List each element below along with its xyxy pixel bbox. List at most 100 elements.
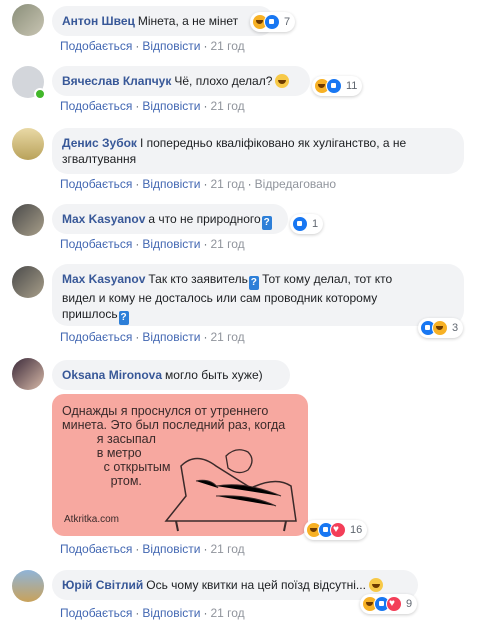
separator: ·: [203, 237, 208, 251]
online-indicator: [34, 88, 46, 100]
comment-text: а что не природного: [148, 212, 261, 226]
comment-bubble: Max Kasyanov Так кто заявитель? Тот кому …: [52, 264, 464, 326]
reply-link[interactable]: Відповісти: [142, 39, 200, 53]
question-emoji-icon: ?: [261, 216, 272, 230]
comment-actions: Подобається · Відповісти · 21 год: [60, 542, 245, 556]
comment-text: Так кто заявитель: [148, 272, 248, 286]
separator: ·: [135, 330, 140, 344]
timestamp[interactable]: 21 год: [210, 237, 244, 251]
reaction-count: 7: [284, 16, 291, 28]
reaction-count: 16: [350, 524, 363, 536]
timestamp[interactable]: 21 год: [210, 330, 244, 344]
reactions-summary[interactable]: 9: [360, 594, 418, 614]
attached-image[interactable]: Однажды я проснулся от утреннего минета.…: [52, 394, 308, 536]
comment-text: могло быть хуже): [165, 368, 263, 382]
reactions-summary[interactable]: 11: [312, 76, 363, 96]
comment-text-b: Тот кому делал, тот кто: [258, 272, 393, 286]
reply-link[interactable]: Відповісти: [142, 542, 200, 556]
comment-text-continued: видел и кому не досталось или сам провод…: [62, 291, 378, 305]
separator: ·: [203, 39, 208, 53]
separator: ·: [135, 39, 140, 53]
reply-link[interactable]: Відповісти: [142, 177, 200, 191]
comment-text-continued-2: пришлось: [62, 307, 118, 321]
like-link[interactable]: Подобається: [60, 237, 132, 251]
comment-author[interactable]: Oksana Mironova: [62, 368, 162, 382]
avatar[interactable]: [12, 358, 44, 390]
edited-label[interactable]: Відредаговано: [255, 177, 336, 191]
comment-text-continued: згвалтування: [62, 152, 137, 166]
comment-actions: Подобається · Відповісти · 21 год · Відредагов…: [60, 177, 336, 191]
reaction-count: 9: [406, 598, 413, 610]
reactions-summary[interactable]: 16: [304, 520, 368, 540]
comment-bubble: Max Kasyanov а что не природного?: [52, 204, 288, 234]
question-emoji-icon: ?: [248, 276, 259, 290]
reactions-summary[interactable]: 3: [418, 318, 464, 338]
like-icon: [326, 78, 342, 94]
avatar[interactable]: [12, 4, 44, 36]
laughing-emoji-icon: [275, 74, 290, 88]
like-link[interactable]: Подобається: [60, 330, 132, 344]
separator: ·: [203, 330, 208, 344]
timestamp[interactable]: 21 год: [210, 177, 244, 191]
love-icon: [386, 596, 402, 612]
avatar[interactable]: [12, 570, 44, 602]
separator: ·: [135, 606, 140, 620]
avatar[interactable]: [12, 128, 44, 160]
reactions-summary[interactable]: 7: [250, 12, 296, 32]
separator: ·: [135, 99, 140, 113]
separator: ·: [203, 606, 208, 620]
comment-actions: Подобається · Відповісти · 21 год: [60, 99, 245, 113]
question-emoji-icon: ?: [118, 311, 129, 325]
laughing-emoji-icon: [368, 578, 383, 592]
comment-actions: Подобається · Відповісти · 21 год: [60, 39, 245, 53]
separator: ·: [135, 177, 140, 191]
comment-author[interactable]: Вячеслав Клапчук: [62, 74, 171, 88]
separator: ·: [135, 237, 140, 251]
reactions-summary[interactable]: 1: [290, 214, 324, 234]
timestamp[interactable]: 21 год: [210, 606, 244, 620]
separator: ·: [203, 99, 208, 113]
comment-bubble: Денис Зубок І попередньо кваліфіковано як…: [52, 128, 464, 174]
separator: ·: [203, 177, 208, 191]
like-link[interactable]: Подобається: [60, 542, 132, 556]
timestamp[interactable]: 21 год: [210, 39, 244, 53]
reply-link[interactable]: Відповісти: [142, 606, 200, 620]
comment-author[interactable]: Max Kasyanov: [62, 212, 145, 226]
comment-text: Чё, плохо делал?: [174, 74, 273, 88]
timestamp[interactable]: 21 год: [210, 99, 244, 113]
comment-bubble: Вячеслав Клапчук Чё, плохо делал?: [52, 66, 310, 96]
comment-bubble: Oksana Mironova могло быть хуже): [52, 360, 290, 390]
separator: ·: [203, 542, 208, 556]
separator: ·: [135, 542, 140, 556]
timestamp[interactable]: 21 год: [210, 542, 244, 556]
comment-author[interactable]: Денис Зубок: [62, 136, 137, 150]
comment-text: І попередньо кваліфіковано як хуліганств…: [139, 136, 407, 150]
sleeping-man-illustration: [164, 449, 297, 532]
reply-link[interactable]: Відповісти: [142, 330, 200, 344]
like-link[interactable]: Подобається: [60, 606, 132, 620]
comment-actions: Подобається · Відповісти · 21 год: [60, 606, 245, 620]
avatar[interactable]: [12, 204, 44, 236]
like-icon: [264, 14, 280, 30]
reaction-count: 3: [452, 322, 459, 334]
love-icon: [330, 522, 346, 538]
comment-text: Ось чому квитки на цей поїзд відсутні...: [146, 578, 366, 592]
avatar[interactable]: [12, 266, 44, 298]
reaction-count: 11: [346, 80, 358, 92]
separator: ·: [247, 177, 252, 191]
comment-text: Мінета, а не мінет: [137, 14, 239, 28]
comment-actions: Подобається · Відповісти · 21 год: [60, 330, 245, 344]
reply-link[interactable]: Відповісти: [142, 237, 200, 251]
like-link[interactable]: Подобається: [60, 99, 132, 113]
haha-icon: [432, 320, 448, 336]
reaction-count: 1: [312, 218, 319, 230]
reply-link[interactable]: Відповісти: [142, 99, 200, 113]
image-watermark: Atkritka.com: [64, 514, 120, 525]
comment-author[interactable]: Юрій Світлий: [62, 578, 143, 592]
like-link[interactable]: Подобається: [60, 39, 132, 53]
like-link[interactable]: Подобається: [60, 177, 132, 191]
comment-actions: Подобається · Відповісти · 21 год: [60, 237, 245, 251]
comment-author[interactable]: Антон Швец: [62, 14, 135, 28]
comment-author[interactable]: Max Kasyanov: [62, 272, 145, 286]
comment-bubble: Антон Швец Мінета, а не мінет: [52, 6, 274, 36]
